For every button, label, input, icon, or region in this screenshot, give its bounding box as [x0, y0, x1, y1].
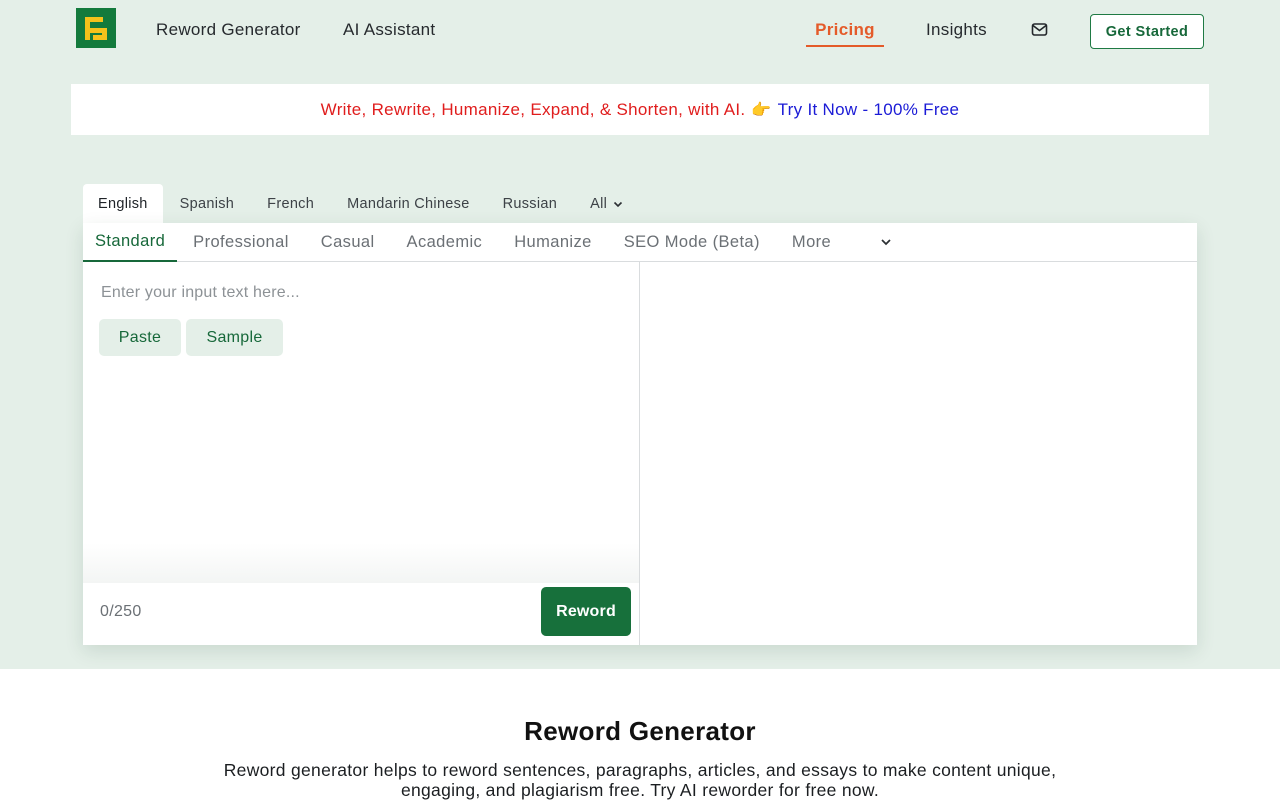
nav-reword-generator[interactable]: Reword Generator	[156, 20, 301, 40]
tab-mode-standard[interactable]: Standard	[83, 223, 178, 262]
get-started-button[interactable]: Get Started	[1090, 14, 1204, 49]
nav-insights[interactable]: Insights	[926, 20, 987, 40]
reword-button[interactable]: Reword	[541, 587, 631, 636]
input-area	[101, 284, 601, 302]
promo-banner[interactable]: Write, Rewrite, Humanize, Expand, & Shor…	[71, 84, 1209, 135]
rg-logo-icon[interactable]	[76, 8, 116, 48]
tab-mode-humanize[interactable]: Humanize	[498, 223, 607, 262]
paste-button[interactable]: Paste	[99, 319, 181, 356]
tab-language-all[interactable]: All	[573, 184, 639, 223]
tab-mode-more[interactable]: More	[776, 223, 847, 262]
site-header: Reword Generator AI Assistant Pricing In…	[0, 0, 1280, 60]
language-tabs: English Spanish French Mandarin Chinese …	[83, 184, 639, 223]
tab-language-french[interactable]: French	[250, 184, 330, 223]
pane-divider	[639, 262, 640, 645]
tab-mode-academic[interactable]: Academic	[391, 223, 499, 262]
text-input[interactable]	[101, 284, 601, 302]
tab-language-mandarin-chinese[interactable]: Mandarin Chinese	[330, 184, 485, 223]
section-description: Reword generator helps to reword sentenc…	[223, 760, 1057, 800]
editor-card: Standard Professional Casual Academic Hu…	[83, 223, 1197, 645]
tab-language-all-label: All	[590, 195, 608, 212]
sample-button[interactable]: Sample	[186, 319, 283, 356]
nav-ai-assistant[interactable]: AI Assistant	[343, 20, 435, 40]
nav-pricing[interactable]: Pricing	[806, 20, 884, 47]
mode-tabs: Standard Professional Casual Academic Hu…	[83, 223, 1197, 262]
mail-icon[interactable]	[1031, 22, 1049, 38]
tab-language-russian[interactable]: Russian	[486, 184, 574, 223]
promo-link[interactable]: Try It Now - 100% Free	[778, 100, 960, 120]
section-title: Reword Generator	[524, 716, 756, 746]
tab-mode-seo[interactable]: SEO Mode (Beta)	[608, 223, 776, 262]
character-counter: 0/250	[100, 603, 142, 620]
tab-language-spanish[interactable]: Spanish	[163, 184, 251, 223]
promo-text: Write, Rewrite, Humanize, Expand, & Shor…	[320, 99, 746, 119]
tab-mode-casual[interactable]: Casual	[305, 223, 391, 262]
chevron-down-icon[interactable]	[880, 237, 892, 247]
tab-language-english[interactable]: English	[83, 184, 163, 223]
pointing-hand-icon: 👉	[751, 101, 772, 119]
input-footer-fade	[83, 543, 639, 583]
chevron-down-icon	[614, 201, 623, 207]
tab-mode-professional[interactable]: Professional	[177, 223, 305, 262]
